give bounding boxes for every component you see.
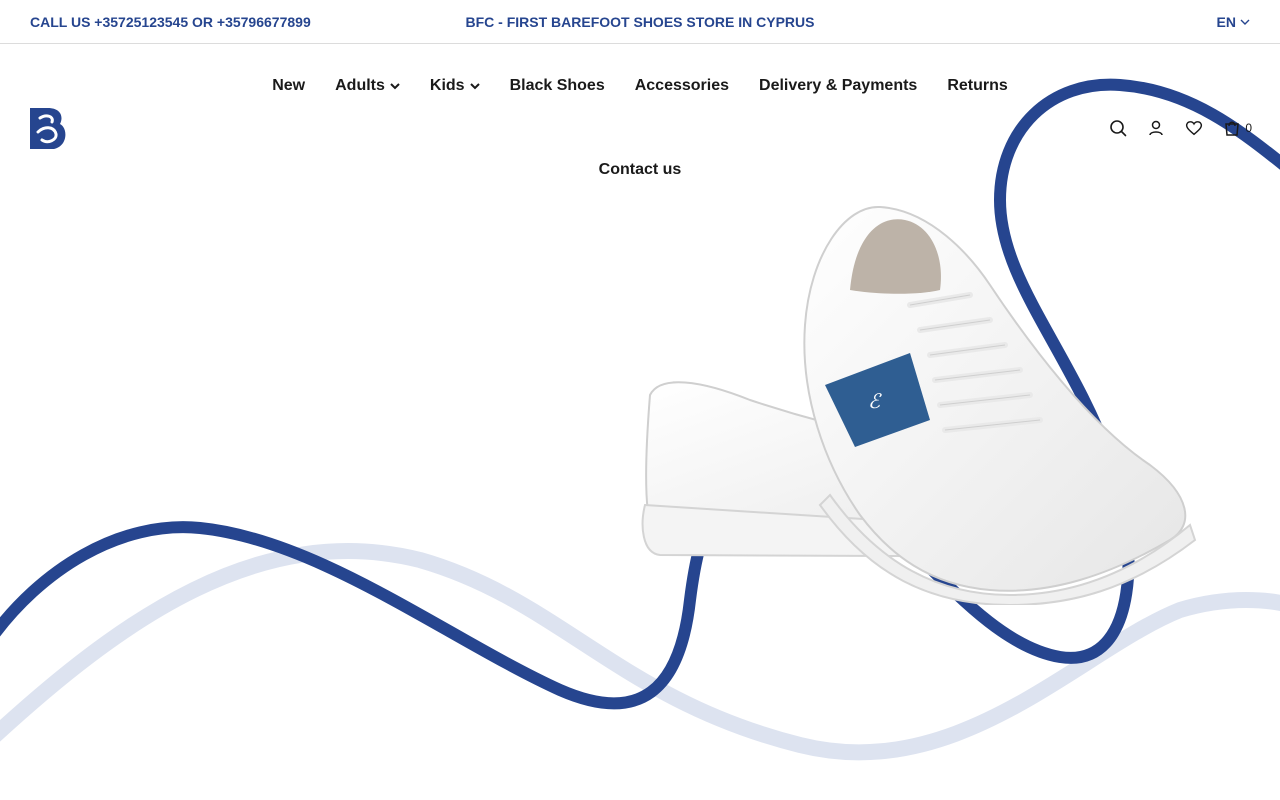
announcement-bar: CALL US +35725123545 OR +35796677899 BFC… [0, 0, 1280, 44]
cart-button[interactable]: 0 [1223, 119, 1252, 137]
language-selector[interactable]: EN [1217, 14, 1250, 30]
nav-item-kids[interactable]: Kids [430, 68, 480, 152]
bfc-logo[interactable] [30, 108, 66, 150]
nav-item-label: Delivery & Payments [759, 77, 918, 94]
nav-item-label: Returns [947, 77, 1008, 94]
cart-count: 0 [1245, 121, 1252, 135]
main-navigation: New Adults Kids Black Shoes Accessories … [240, 68, 1040, 188]
hero-shoe-image: ℰ [641, 205, 1197, 605]
header-icons: 0 [1109, 119, 1252, 137]
chevron-down-icon [469, 83, 480, 90]
search-icon[interactable] [1109, 119, 1127, 137]
nav-item-label: Contact us [598, 161, 682, 178]
nav-item-label: New [272, 77, 306, 94]
chevron-down-icon [1240, 19, 1250, 25]
nav-item-delivery-payments[interactable]: Delivery & Payments [759, 68, 917, 152]
cart-bag-icon [1225, 121, 1240, 136]
account-icon[interactable] [1147, 119, 1165, 137]
nav-item-adults[interactable]: Adults [335, 68, 400, 152]
nav-item-new[interactable]: New [272, 68, 305, 152]
nav-item-contact-us[interactable]: Contact us [599, 152, 682, 188]
nav-item-label: Accessories [634, 77, 730, 94]
phone-contact-text[interactable]: CALL US +35725123545 OR +35796677899 [30, 14, 311, 30]
page: ℰ CALL US +35725123545 OR +35796677899 B… [0, 0, 1280, 800]
wishlist-heart-icon[interactable] [1185, 119, 1203, 137]
nav-item-label: Adults [335, 77, 385, 94]
nav-item-label: Kids [429, 77, 465, 94]
nav-item-black-shoes[interactable]: Black Shoes [510, 68, 605, 152]
nav-item-accessories[interactable]: Accessories [635, 68, 729, 152]
nav-item-label: Black Shoes [509, 77, 605, 94]
nav-item-returns[interactable]: Returns [947, 68, 1007, 152]
chevron-down-icon [390, 83, 400, 90]
svg-text:ℰ: ℰ [868, 391, 882, 413]
language-label: EN [1216, 14, 1236, 30]
